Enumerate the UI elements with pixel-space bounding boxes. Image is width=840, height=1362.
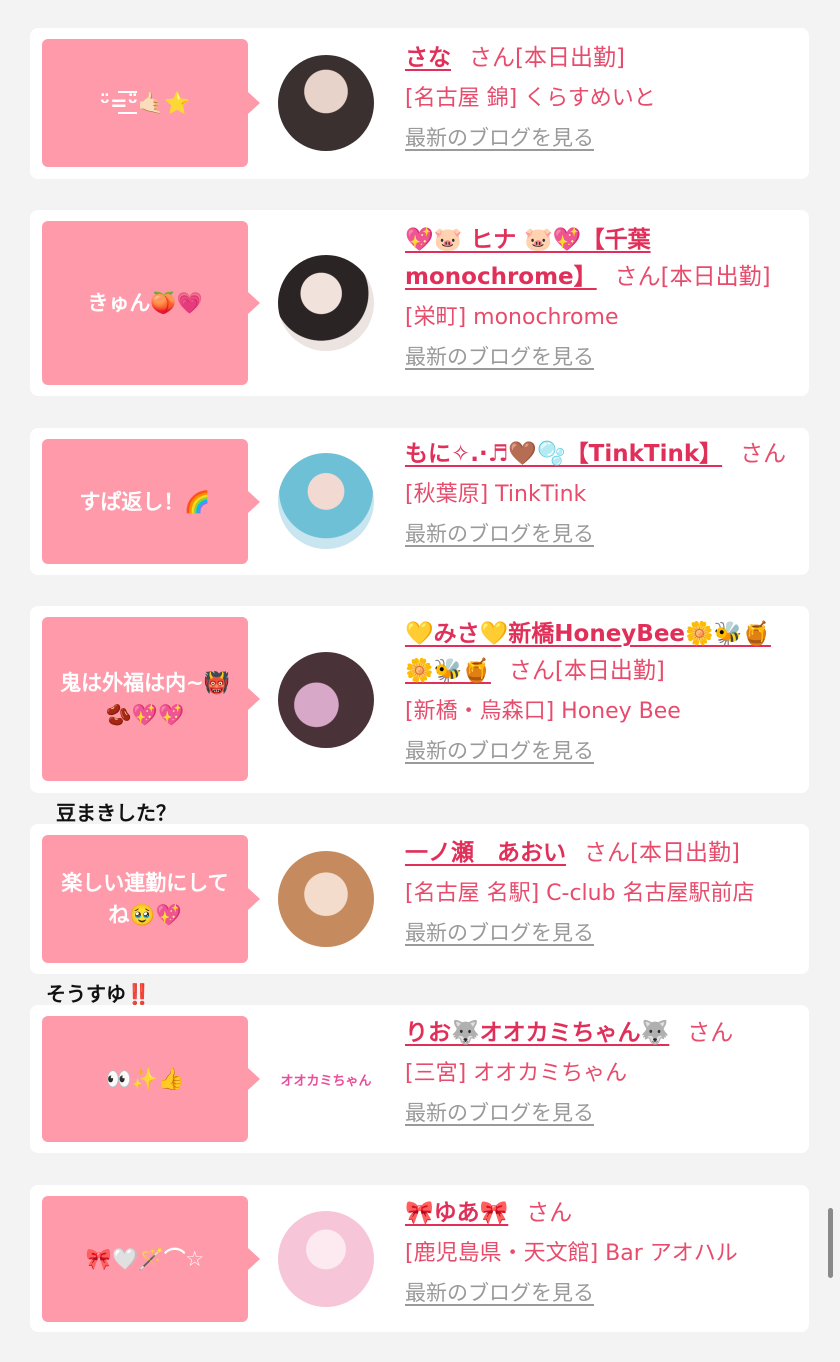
honorific: さん: [740, 441, 787, 467]
shop-name: [名古屋 錦] くらすめいと: [405, 86, 656, 111]
comment-bubble: きゅん🍑💗: [42, 221, 260, 385]
view-blog-link[interactable]: 最新のブログを見る: [405, 519, 594, 549]
avatar[interactable]: [278, 652, 374, 748]
comment-bubble: 鬼は外福は内~👹🫘💖💖: [42, 617, 260, 781]
avatar[interactable]: [278, 55, 374, 151]
avatar[interactable]: [278, 453, 374, 549]
honorific: さん: [614, 264, 661, 290]
honorific: さん: [584, 840, 630, 866]
blog-card: 🎀🤍🪄⌒☆ 🎀ゆあ🎀 さん [鹿児島県・天文館] Bar アオハル 最新のブログを…: [30, 1185, 809, 1332]
logo-text: オオカミちゃん: [280, 1073, 372, 1089]
cast-name-link[interactable]: 一ノ瀬 あおい: [405, 840, 566, 866]
comment-bubble: すぱ返し！🌈: [42, 439, 260, 564]
comment-bubble: 楽しい連勤にしてね🥹💖: [42, 835, 260, 963]
shop-name: [新橋・烏森口] Honey Bee: [405, 699, 681, 724]
avatar[interactable]: [278, 255, 374, 351]
avatar[interactable]: [278, 1211, 374, 1307]
comment-bubble: 🎀🤍🪄⌒☆: [42, 1196, 260, 1322]
comment-bubble: ᵕ̈=͟͟͞͞ᵕ̈🤙🏻⭐: [42, 39, 260, 167]
status-badge: [本日出勤]: [660, 264, 771, 290]
scrollbar[interactable]: [828, 1208, 833, 1278]
view-blog-link[interactable]: 最新のブログを見る: [405, 918, 594, 948]
shop-name: [名古屋 名駅] C-club 名古屋駅前店: [405, 881, 755, 906]
view-blog-link[interactable]: 最新のブログを見る: [405, 1098, 594, 1128]
honorific: さん: [526, 1200, 573, 1226]
handwritten-comment: そうすゆ‼️: [46, 982, 151, 1006]
status-badge: [本日出勤]: [515, 45, 625, 71]
handwritten-comment: 豆まきした？: [56, 801, 176, 825]
blog-card: 楽しい連勤にしてね🥹💖 一ノ瀬 あおい さん[本日出勤] [名古屋 名駅] C-c…: [30, 824, 809, 974]
view-blog-link[interactable]: 最新のブログを見る: [405, 123, 594, 153]
comment-bubble: 👀✨👍: [42, 1016, 260, 1142]
honorific: さん: [687, 1020, 734, 1046]
view-blog-link[interactable]: 最新のブログを見る: [405, 1278, 594, 1308]
shop-name: [鹿児島県・天文館] Bar アオハル: [405, 1241, 738, 1266]
blog-card: 鬼は外福は内~👹🫘💖💖 💛みさ💛新橋HoneyBee🌼🐝🍯🌼🐝🍯 さん[本日出勤]…: [30, 606, 809, 793]
cast-name-link[interactable]: もに✧.·♬🤎🫧【TinkTink】: [405, 441, 722, 467]
view-blog-link[interactable]: 最新のブログを見る: [405, 342, 594, 372]
shop-name: [秋葉原] TinkTink: [405, 482, 587, 507]
cast-name-link[interactable]: さな: [405, 45, 451, 71]
cast-name-link[interactable]: 🎀ゆあ🎀: [405, 1200, 508, 1226]
blog-card: きゅん🍑💗 💖🐷 ヒナ 🐷💖【千葉monochrome】 さん[本日出勤] [栄町…: [30, 210, 809, 396]
status-badge: [本日出勤]: [630, 840, 740, 866]
blog-card: ᵕ̈=͟͟͞͞ᵕ̈🤙🏻⭐ さな さん[本日出勤] [名古屋 錦] くらすめいと 最…: [30, 28, 809, 179]
cast-name-link[interactable]: りお🐺オオカミちゃん🐺: [405, 1020, 669, 1046]
blog-card: すぱ返し！🌈 もに✧.·♬🤎🫧【TinkTink】 さん [秋葉原] TinkTi…: [30, 428, 809, 575]
shop-name: [三宮] オオカミちゃん: [405, 1061, 628, 1086]
view-blog-link[interactable]: 最新のブログを見る: [405, 736, 594, 766]
blog-card: 👀✨👍 オオカミちゃん りお🐺オオカミちゃん🐺 さん [三宮] オオカミちゃん 最…: [30, 1005, 809, 1153]
shop-name: [栄町] monochrome: [405, 305, 619, 330]
status-badge: [本日出勤]: [554, 658, 665, 684]
cast-name-link[interactable]: 💖🐷 ヒナ 🐷💖【千葉monochrome】: [405, 227, 651, 290]
avatar-logo[interactable]: オオカミちゃん: [278, 1031, 374, 1127]
honorific: さん: [508, 658, 555, 684]
avatar[interactable]: [278, 851, 374, 947]
honorific: さん: [469, 45, 515, 71]
